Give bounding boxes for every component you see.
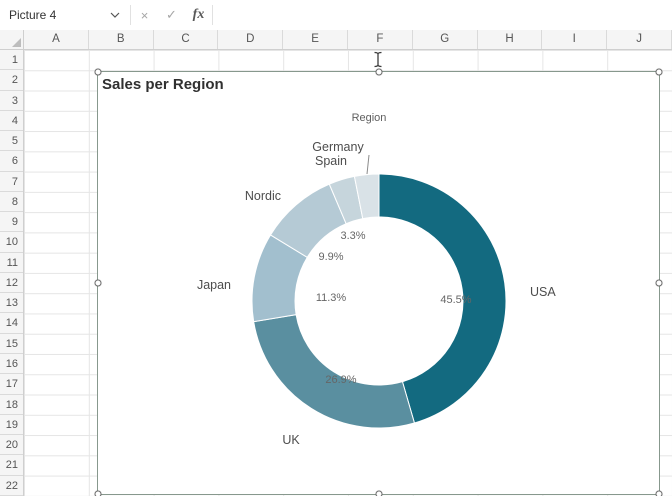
slice-percent-usa: 45.5% [440, 294, 471, 306]
slice-label-nordic: Nordic [245, 189, 281, 203]
selection-handle-ne[interactable] [656, 69, 663, 76]
chevron-down-icon[interactable] [110, 12, 130, 18]
row-header-4[interactable]: 4 [0, 111, 23, 131]
name-box[interactable]: Picture 4 [0, 0, 130, 30]
row-header-16[interactable]: 16 [0, 354, 23, 374]
row-header-12[interactable]: 12 [0, 273, 23, 293]
row-header-8[interactable]: 8 [0, 192, 23, 212]
row-header-1[interactable]: 1 [0, 50, 23, 70]
column-header-J[interactable]: J [607, 30, 672, 49]
enter-button[interactable]: ✓ [158, 0, 185, 30]
selection-handle-se[interactable] [656, 491, 663, 496]
row-headers: 12345678910111213141516171819202122 [0, 50, 24, 496]
formula-input[interactable] [213, 0, 672, 30]
column-header-F[interactable]: F [348, 30, 413, 49]
column-header-I[interactable]: I [542, 30, 607, 49]
slice-percent-nordic: 9.9% [318, 251, 343, 263]
donut-slice-uk[interactable] [254, 315, 415, 428]
slice-percent-spain: 3.3% [340, 230, 365, 242]
row-header-2[interactable]: 2 [0, 70, 23, 90]
label-leader-line-germany [367, 155, 369, 174]
selection-handle-n[interactable] [375, 69, 382, 76]
slice-label-germany: Germany [312, 140, 364, 154]
column-header-C[interactable]: C [154, 30, 219, 49]
row-header-6[interactable]: 6 [0, 151, 23, 171]
column-header-H[interactable]: H [478, 30, 543, 49]
row-header-9[interactable]: 9 [0, 212, 23, 232]
select-all-corner[interactable] [0, 30, 24, 50]
row-header-5[interactable]: 5 [0, 131, 23, 151]
slice-label-spain: Spain [315, 154, 347, 168]
selection-handle-e[interactable] [656, 280, 663, 287]
row-header-22[interactable]: 22 [0, 476, 23, 496]
row-header-17[interactable]: 17 [0, 374, 23, 394]
selection-handle-sw[interactable] [95, 491, 102, 496]
slice-percent-japan: 11.3% [316, 292, 347, 304]
row-header-19[interactable]: 19 [0, 415, 23, 435]
row-header-18[interactable]: 18 [0, 395, 23, 415]
slice-label-japan: Japan [197, 278, 231, 292]
formula-bar: Picture 4 × ✓ fx [0, 0, 672, 31]
slice-label-usa: USA [530, 285, 556, 299]
row-header-10[interactable]: 10 [0, 232, 23, 252]
row-header-14[interactable]: 14 [0, 313, 23, 333]
row-header-7[interactable]: 7 [0, 172, 23, 192]
donut-chart: USA 45.5% UK 26.9% Japan 11.3% Nordic 9.9% Spain… [98, 72, 659, 494]
name-box-value: Picture 4 [9, 8, 110, 22]
insert-function-button[interactable]: fx [185, 0, 212, 30]
row-header-21[interactable]: 21 [0, 455, 23, 475]
row-header-20[interactable]: 20 [0, 435, 23, 455]
row-header-15[interactable]: 15 [0, 334, 23, 354]
column-header-A[interactable]: A [24, 30, 89, 49]
column-headers: ABCDEFGHIJ [24, 30, 672, 50]
row-header-11[interactable]: 11 [0, 253, 23, 273]
slice-percent-uk: 26.9% [325, 374, 356, 386]
worksheet: ABCDEFGHIJ 12345678910111213141516171819… [0, 30, 672, 496]
select-all-triangle-icon [12, 38, 21, 47]
column-header-B[interactable]: B [89, 30, 154, 49]
selection-handle-w[interactable] [95, 280, 102, 287]
cancel-button[interactable]: × [131, 0, 158, 30]
row-header-3[interactable]: 3 [0, 91, 23, 111]
row-header-13[interactable]: 13 [0, 293, 23, 313]
selected-picture[interactable]: Sales per Region Region USA45.5%UK26.9%J… [97, 71, 660, 495]
selection-handle-s[interactable] [375, 491, 382, 496]
column-header-G[interactable]: G [413, 30, 478, 49]
column-header-D[interactable]: D [218, 30, 283, 49]
column-header-E[interactable]: E [283, 30, 348, 49]
slice-label-uk: UK [282, 433, 300, 447]
selection-handle-nw[interactable] [95, 69, 102, 76]
